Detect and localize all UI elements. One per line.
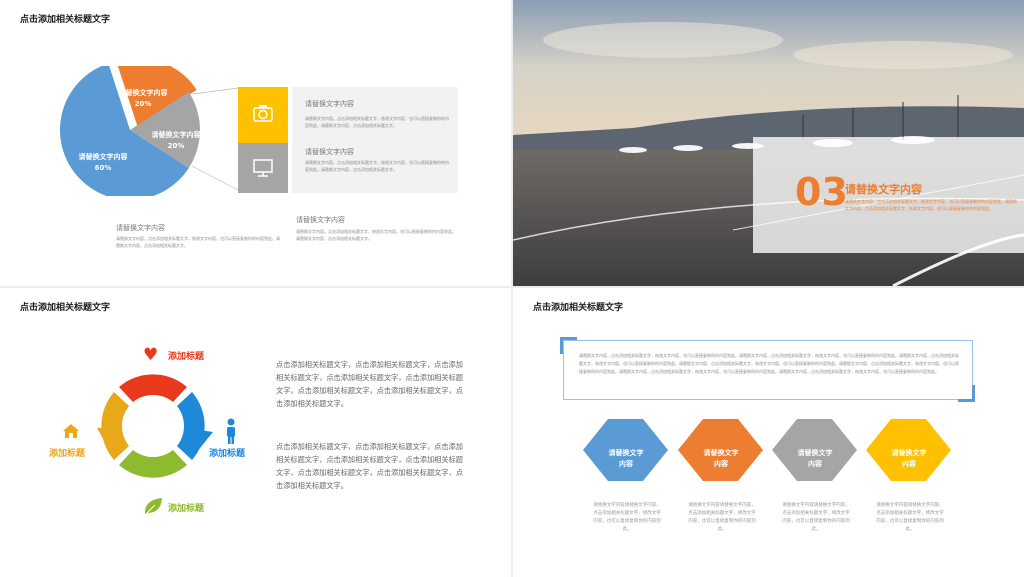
text-panel: 请替换文字内容 请替换文字内容。点击添加相关标题文字，修改文字内容，也可以直接复… <box>292 87 458 193</box>
hexagon-label-line: 请替换文字 <box>797 449 833 457</box>
bottom-heading: 请替换文字内容 <box>296 216 345 224</box>
slide-airport-photo: 03 请替换文字内容 请替换文字内容。点击添加相关标题文字，修改文字内容，也可以… <box>513 0 1024 286</box>
panel-heading: 请替换文字内容 <box>305 148 354 156</box>
cycle-segment-yellow <box>101 392 129 460</box>
hexagon-text: 请替换文字内容请替换文字内容，点击添加相关标题文字，修改文字内容，也可以直接复制… <box>876 503 944 532</box>
slide-pie-chart: 点击添加相关标题文字 请替换文字内容 20% 请替换文字内容 20% 请替换文字… <box>0 0 511 286</box>
hexagon-label-line: 内容 <box>808 460 822 468</box>
panel-heading: 请替换文字内容 <box>305 100 354 108</box>
hexagon-label-line: 内容 <box>619 460 633 468</box>
pie-label-percent: 20% <box>134 100 152 108</box>
caption-text: 请替换文字内容。点击添加相关标题文字，修改文字内容，也可以直接复制你的内容到此。… <box>845 199 1017 211</box>
pie-label-text: 请替换文字内容 <box>151 131 201 139</box>
hexagon-label: 请替换文字 内容 <box>593 448 659 470</box>
pie-label-percent: 60% <box>94 164 112 172</box>
label-top: 添加标题 <box>168 352 205 362</box>
connector-line <box>191 165 239 191</box>
label-bottom: 添加标题 <box>168 504 205 514</box>
pie-label-text: 请替换文字内容 <box>78 153 128 161</box>
bottom-heading: 请替换文字内容 <box>116 224 165 232</box>
panel-text: 请替换文字内容。点击添加相关标题文字，修改文字内容，也可以直接复制你的内容到此。… <box>305 160 449 172</box>
cycle-segment-blue <box>177 392 205 460</box>
pie-label-text: 请替换文字内容 <box>118 89 168 97</box>
section-number: 03 <box>795 170 848 214</box>
pie-label-percent: 20% <box>167 142 185 150</box>
hexagon-label-line: 内容 <box>902 460 916 468</box>
bottom-text: 请替换文字内容。点击添加相关标题文字，修改文字内容，也可以直接复制你的内容到此。… <box>116 236 280 248</box>
monitor-tile <box>238 143 288 193</box>
hexagon-row <box>583 419 951 481</box>
hexagon-label-line: 请替换文字 <box>608 449 644 457</box>
slide-title: 点击添加相关标题文字 <box>20 303 111 313</box>
slide-hexagons: 点击添加相关标题文字 请替换文字内容，点击添加相关标题文字，修改文字内容，也可以… <box>513 288 1024 577</box>
hexagon-text: 请替换文字内容请替换文字内容，点击添加相关标题文字，修改文字内容，也可以直接复制… <box>782 503 850 532</box>
cycle-segment-red <box>119 374 187 402</box>
paragraph: 点击添加相关标题文字，点击添加相关标题文字，点击添加相关标题文字，点击添加相关标… <box>276 360 463 408</box>
bottom-text: 请替换文字内容。点击添加相关标题文字，修改文字内容，也可以直接复制你的内容到此。… <box>296 229 456 241</box>
pie-label-orange: 请替换文字内容 20% <box>112 88 174 110</box>
pie-label-gray: 请替换文字内容 20% <box>148 130 204 152</box>
heart-icon: ♥ <box>143 345 159 365</box>
monitor-icon <box>253 159 273 177</box>
pie-label-blue: 请替换文字内容 60% <box>72 152 134 174</box>
hexagon-label: 请替换文字 内容 <box>876 448 942 470</box>
hexagon-label: 请替换文字 内容 <box>782 448 848 470</box>
slide-title: 点击添加相关标题文字 <box>20 15 111 25</box>
slide-cycle-diagram: 点击添加相关标题文字 ♥ 添加标题 添加标题 添加标题 添加标题 点击添加相关标… <box>0 288 511 577</box>
label-right: 添加标题 <box>209 449 246 459</box>
camera-tile <box>238 87 288 143</box>
hexagon-label: 请替换文字 内容 <box>688 448 754 470</box>
cycle-ring <box>97 374 213 478</box>
paragraph: 点击添加相关标题文字，点击添加相关标题文字，点击添加相关标题文字，点击添加相关标… <box>276 442 463 490</box>
hexagon-text: 请替换文字内容请替换文字内容，点击添加相关标题文字，修改文字内容，也可以直接复制… <box>593 503 661 532</box>
label-left: 添加标题 <box>49 449 86 459</box>
caption-heading: 请替换文字内容 <box>845 183 922 196</box>
cycle-segment-green <box>119 450 187 478</box>
hexagon-label-line: 请替换文字 <box>891 449 927 457</box>
person-icon <box>224 418 238 448</box>
leaf-icon <box>142 495 164 521</box>
hexagon-label-line: 内容 <box>714 460 728 468</box>
camera-icon <box>253 105 273 122</box>
connector-line <box>192 87 239 95</box>
hexagon-text: 请替换文字内容请替换文字内容，点击添加相关标题文字，修改文字内容，也可以直接复制… <box>688 503 756 532</box>
hexagon-label-line: 请替换文字 <box>703 449 739 457</box>
panel-text: 请替换文字内容。点击添加相关标题文字，修改文字内容，也可以直接复制你的内容到此。… <box>305 116 449 128</box>
house-icon <box>62 423 80 443</box>
